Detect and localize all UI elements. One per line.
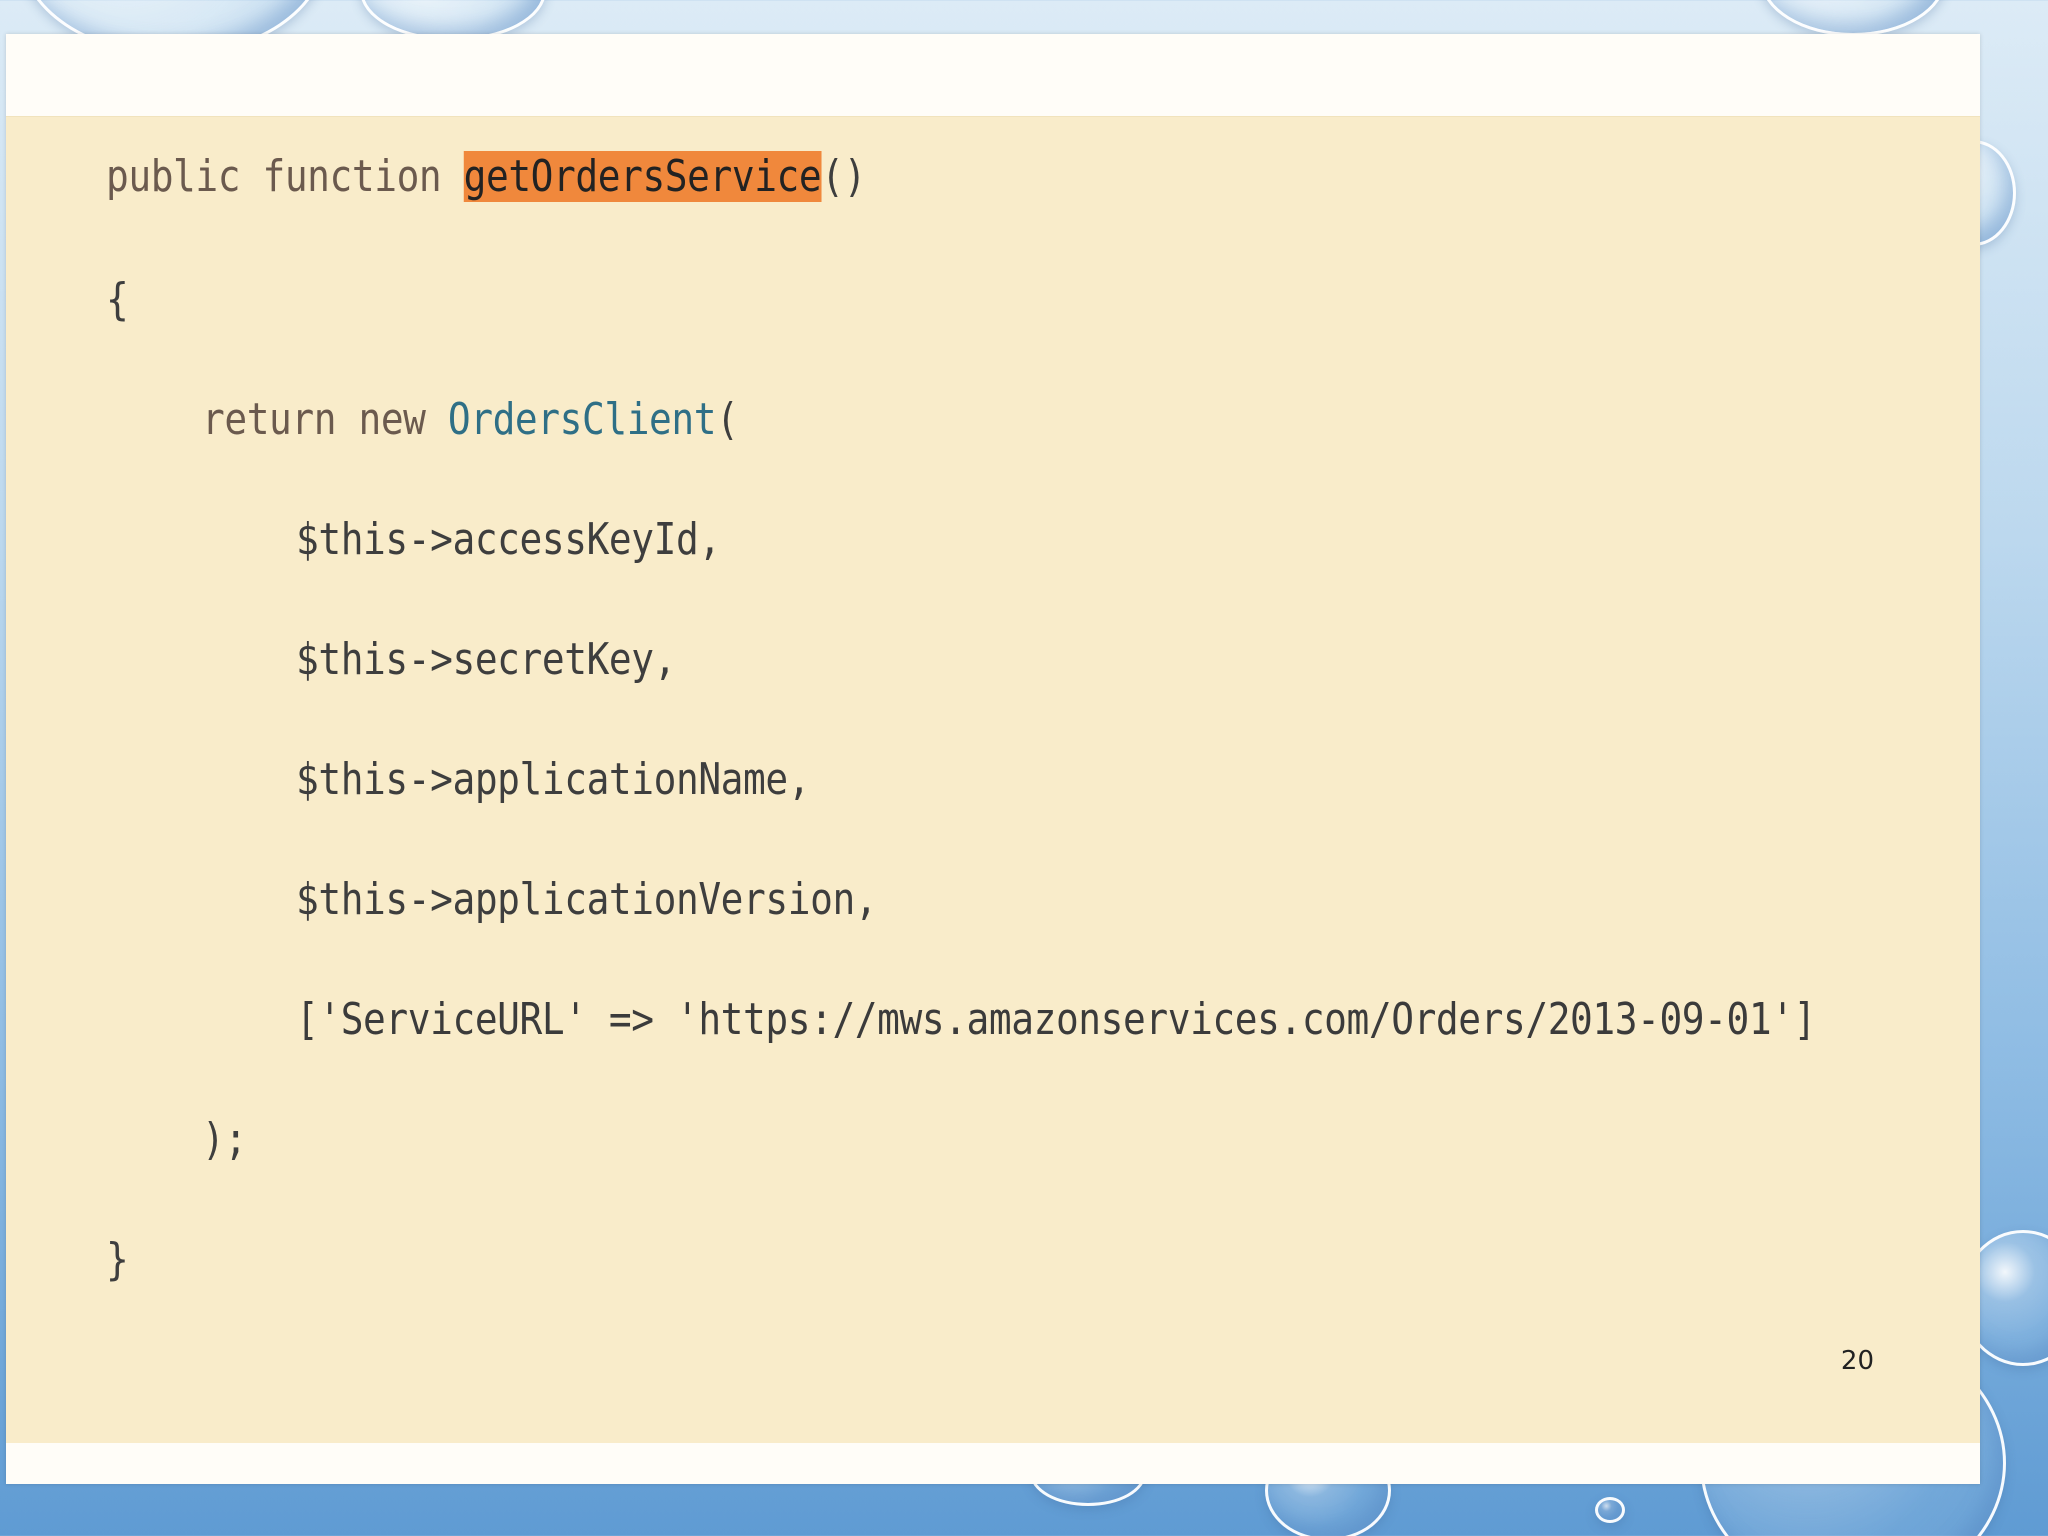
code-line-options-array: ['ServiceURL' => 'https://mws.amazonserv… — [296, 990, 1816, 1050]
code-text: ['ServiceURL' => 'https://mws.amazonserv… — [296, 994, 1816, 1045]
code-text: } — [106, 1234, 129, 1285]
code-keyword: return new — [202, 394, 448, 445]
code-line-argument: $this->applicationVersion, — [296, 870, 878, 930]
code-line-close-brace: } — [106, 1230, 129, 1290]
code-line-function-signature: public function getOrdersService() — [106, 147, 866, 207]
code-text: $this->applicationName, — [296, 754, 811, 805]
highlighted-function-name: getOrdersService — [463, 151, 822, 202]
code-class-name: OrdersClient — [447, 394, 717, 445]
code-paren: ( — [716, 394, 739, 445]
code-text: $this->accessKeyId, — [296, 514, 721, 565]
code-line-argument: $this->secretKey, — [296, 630, 676, 690]
code-text: $this->secretKey, — [296, 634, 676, 685]
slide-content: public function getOrdersService() { ret… — [6, 34, 1980, 1484]
code-line-open-brace: { — [106, 270, 129, 330]
code-keyword: public function — [106, 151, 464, 202]
bubble-decoration — [1595, 1497, 1625, 1523]
code-line-argument: $this->accessKeyId, — [296, 510, 721, 570]
code-text: { — [106, 274, 129, 325]
code-text: ); — [202, 1114, 247, 1165]
code-text: $this->applicationVersion, — [296, 874, 878, 925]
slide-background: { "code": { "line1": { "prefix": "public… — [0, 0, 2048, 1536]
code-line-close-paren: ); — [202, 1110, 247, 1170]
slide-page-number: 20 — [1840, 1346, 1874, 1376]
code-screenshot: public function getOrdersService() { ret… — [6, 116, 1980, 1443]
code-line-argument: $this->applicationName, — [296, 750, 811, 810]
code-line-return: return new OrdersClient( — [202, 390, 739, 450]
bubble-decoration — [1760, 0, 1946, 36]
code-parens: () — [821, 151, 866, 202]
